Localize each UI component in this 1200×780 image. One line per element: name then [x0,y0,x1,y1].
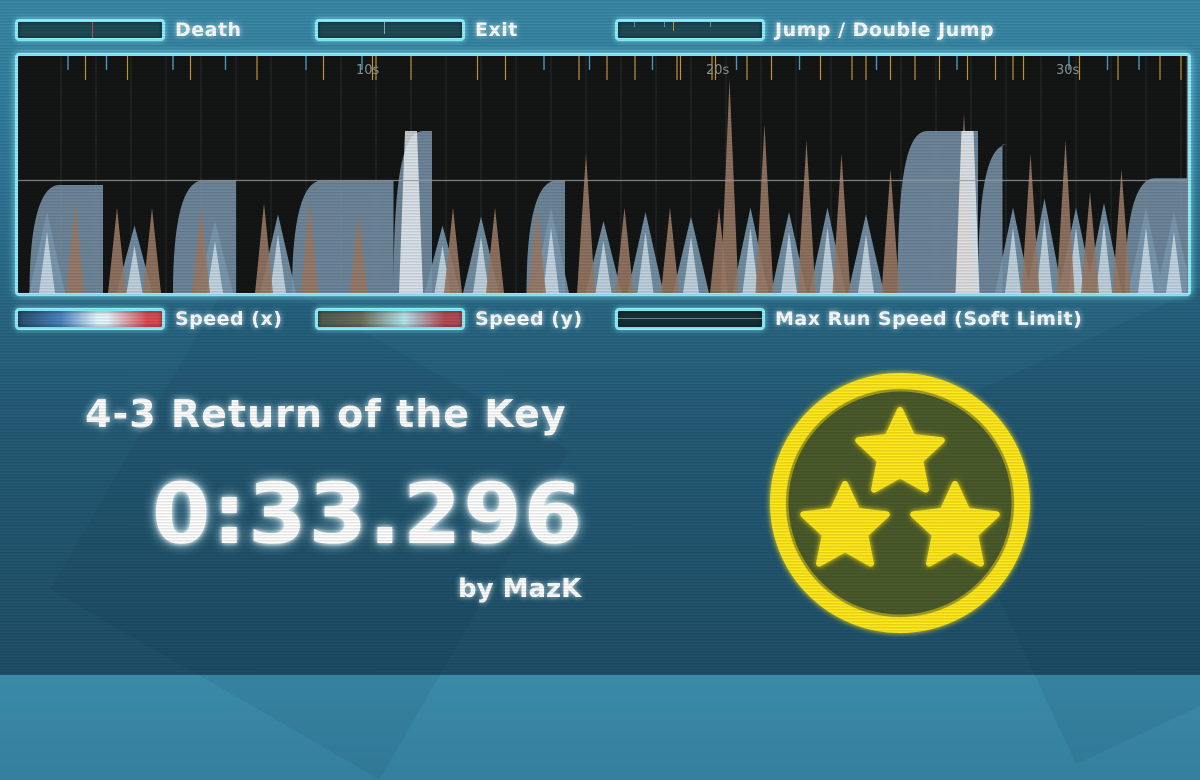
speed-y-peak [1056,140,1075,293]
legend-exit: Exit [315,19,518,41]
jump-swatch [615,19,765,41]
legend-jump: Jump / Double Jump [615,19,994,41]
speed-y-peak [832,153,851,293]
death-marker [92,22,93,38]
soft-limit-line [618,318,762,319]
exit-swatch [315,19,465,41]
x-tick-label: 20s [706,63,730,78]
speed-y-peak [755,124,774,293]
max-run-speed-swatch [615,308,765,330]
legend-speed-y: Speed (y) [315,308,583,330]
double-jump-marker [673,22,674,31]
x-tick-label: 30s [1056,63,1080,78]
speed-y-peak [661,207,679,293]
level-title: 4-3 Return of the Key [85,392,567,436]
speed-y-peak [1112,169,1131,293]
run-author: by MazK [458,574,582,604]
speed-y-swatch [315,308,465,330]
death-swatch [15,19,165,41]
speed-y-peak [143,207,161,293]
three-star-medal-icon [770,373,1030,633]
speed-timeline-chart: 10s 20s 30s [15,53,1191,296]
legend-max-run-speed: Max Run Speed (Soft Limit) [615,308,1082,330]
x-tick-label: 10s [356,63,380,78]
legend-label: Exit [475,19,518,41]
chart-svg: 10s 20s 30s [18,56,1188,293]
exit-marker [384,22,385,34]
speed-y-peak [1021,153,1040,293]
speed-y-peak [720,79,739,293]
legend-speed-x: Speed (x) [15,308,282,330]
speed-y-peak [881,169,900,293]
legend-label: Speed (x) [175,308,283,330]
speed-y-peak [577,153,595,293]
legend-label: Jump / Double Jump [775,19,995,41]
jump-marker [664,22,665,27]
speed-x-swatch [15,308,165,330]
legend-label: Death [175,19,242,41]
speed-y-peak [615,207,634,293]
run-time: 0:33.296 [152,465,585,563]
jump-marker [634,22,635,27]
speed-y-peak [108,207,126,293]
legend-label: Speed (y) [475,308,583,330]
jump-marker [710,22,711,27]
legend-label: Max Run Speed (Soft Limit) [775,308,1083,330]
legend-death: Death [15,19,242,41]
speed-y-peak [797,140,816,293]
